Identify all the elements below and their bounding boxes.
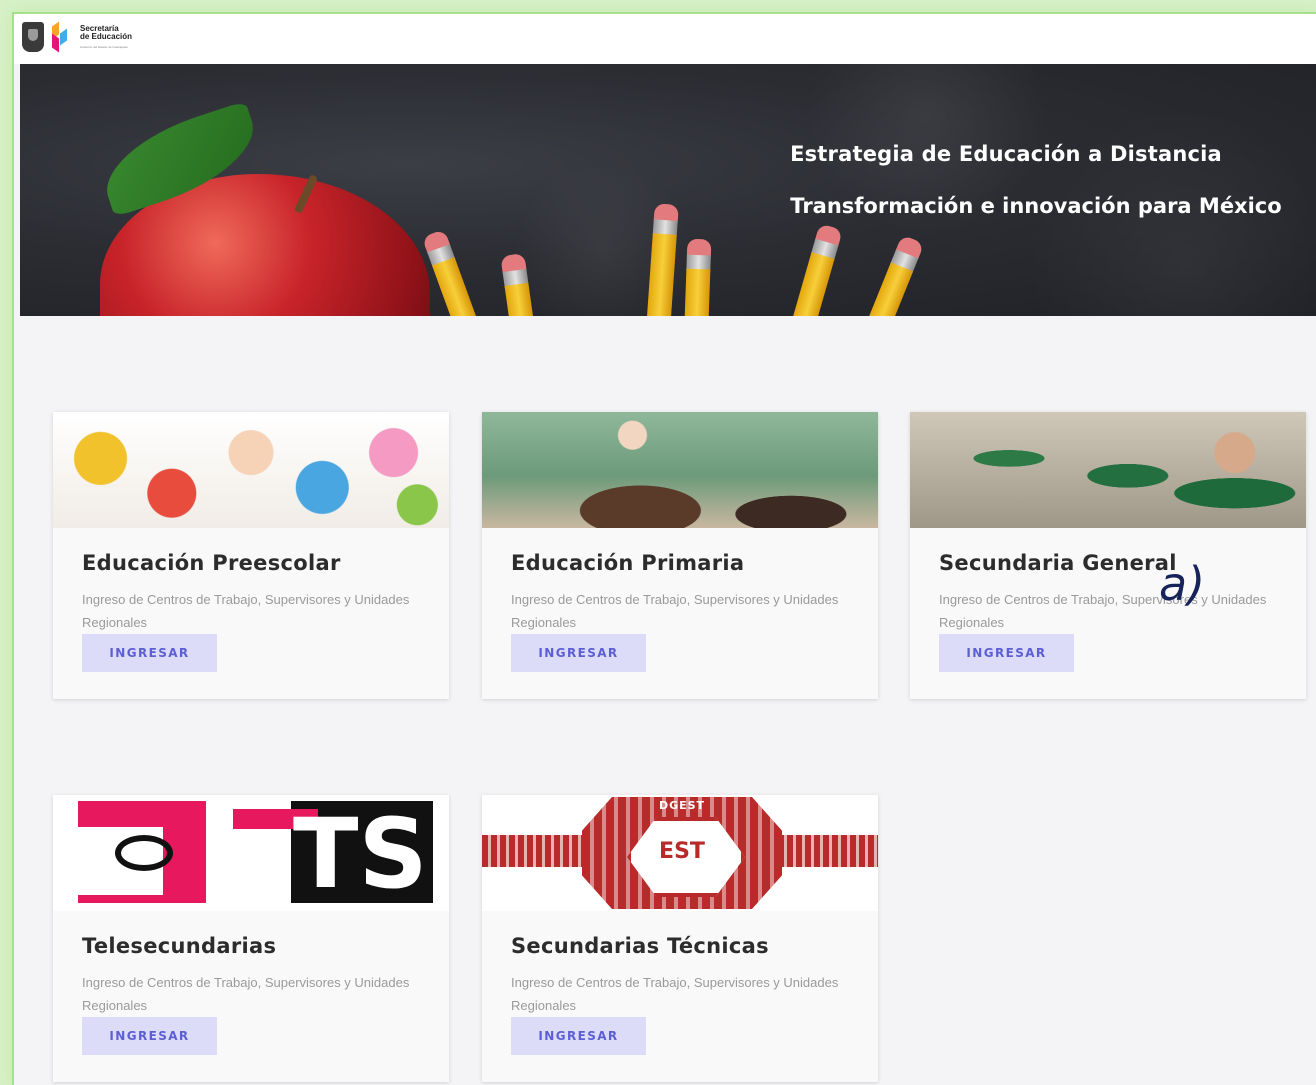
hero-banner: Estrategia de Educación a Distancia Tran… [20, 64, 1316, 316]
hero-title: Estrategia de Educación a Distancia [790, 142, 1222, 166]
brand-subtitle: Gobierno del Estado de Guanajuato [80, 45, 128, 49]
card-title: Educación Preescolar [82, 551, 341, 575]
top-header: Secretaría de Educación Gobierno del Est… [14, 14, 1316, 64]
card-description: Ingreso de Centros de Trabajo, Superviso… [939, 592, 1267, 630]
dgest-logo: DGEST EST [482, 795, 878, 911]
ingresar-button[interactable]: INGRESAR [82, 634, 217, 672]
card-description: Ingreso de Centros de Trabajo, Superviso… [82, 592, 410, 630]
card-secundarias-tecnicas: DGEST EST Secundarias Técnicas Ingreso d… [482, 795, 878, 1082]
card-preescolar: Educación Preescolar Ingreso de Centros … [53, 412, 449, 699]
telesecundaria-logo: TS [53, 795, 449, 911]
browser-page: Secretaría de Educación Gobierno del Est… [14, 14, 1316, 1085]
card-title: Telesecundarias [82, 934, 277, 958]
pencil-image [682, 238, 712, 316]
brand-line-2: de Educación [80, 32, 133, 41]
secundaria-photo [910, 412, 1306, 528]
ingresar-button[interactable]: INGRESAR [939, 634, 1074, 672]
ts-ring-icon [115, 835, 173, 871]
card-description: Ingreso de Centros de Trabajo, Superviso… [511, 975, 839, 1013]
card-description: Ingreso de Centros de Trabajo, Superviso… [82, 975, 410, 1013]
preescolar-photo [53, 412, 449, 528]
ingresar-button[interactable]: INGRESAR [511, 634, 646, 672]
figure-annotation-label: a) [1159, 557, 1206, 611]
primaria-photo [482, 412, 878, 528]
card-telesecundarias: TS Telesecundarias Ingreso de Centros de… [53, 795, 449, 1082]
card-secundaria-general: Secundaria General Ingreso de Centros de… [910, 412, 1306, 699]
card-title: Educación Primaria [511, 551, 745, 575]
state-crest-icon [22, 22, 44, 52]
secretaria-logo-icon[interactable] [50, 21, 72, 53]
brand-name[interactable]: Secretaría de Educación Gobierno del Est… [80, 25, 132, 51]
card-title: Secundaria General [939, 551, 1177, 575]
ingresar-button[interactable]: INGRESAR [82, 1017, 217, 1055]
card-primaria: Educación Primaria Ingreso de Centros de… [482, 412, 878, 699]
dgest-label: DGEST [658, 799, 706, 812]
ts-logo-letters: TS [293, 798, 428, 910]
card-title: Secundarias Técnicas [511, 934, 769, 958]
hero-subtitle: Transformación e innovación para México [790, 194, 1282, 218]
ingresar-button[interactable]: INGRESAR [511, 1017, 646, 1055]
card-description: Ingreso de Centros de Trabajo, Superviso… [511, 592, 839, 630]
est-label: EST [659, 839, 705, 864]
